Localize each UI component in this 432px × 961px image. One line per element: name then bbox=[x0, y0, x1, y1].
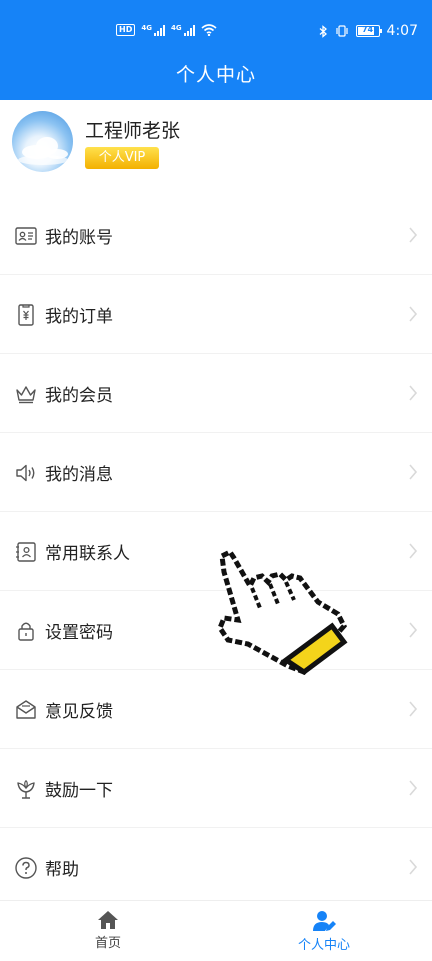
flower-icon bbox=[17, 780, 35, 799]
chevron-right-icon bbox=[409, 543, 418, 559]
battery-icon: 74 bbox=[355, 25, 382, 37]
menu-item-label: 鼓励一下 bbox=[45, 781, 113, 801]
help-icon bbox=[15, 857, 37, 879]
chevron-right-icon bbox=[409, 622, 418, 638]
chevron-right-icon bbox=[409, 306, 418, 322]
menu-item-membership[interactable]: 我的会员 bbox=[0, 354, 432, 433]
chevron-right-icon bbox=[409, 227, 418, 243]
menu-item-encourage[interactable]: 鼓励一下 bbox=[0, 749, 432, 828]
menu-item-label: 我的会员 bbox=[45, 386, 113, 406]
crown-icon bbox=[16, 386, 36, 404]
app-header: HD 4G 4G 74 4:07 个人中心 bbox=[0, 0, 432, 100]
id-card-icon bbox=[15, 227, 37, 245]
speaker-icon bbox=[16, 464, 35, 482]
profile-card[interactable] bbox=[0, 100, 432, 184]
cellular-signal-icon: 4G bbox=[141, 24, 165, 36]
home-icon bbox=[98, 911, 118, 929]
vip-badge: 个人VIP bbox=[85, 147, 159, 169]
contact-card-icon bbox=[16, 542, 36, 562]
menu-item-help[interactable]: 帮助 bbox=[0, 828, 432, 907]
battery-level: 74 bbox=[361, 25, 374, 34]
bottom-nav: 首页 个人中心 bbox=[0, 900, 432, 961]
tab-home[interactable]: 首页 bbox=[0, 901, 216, 961]
chevron-right-icon bbox=[409, 464, 418, 480]
menu-item-messages[interactable]: 我的消息 bbox=[0, 433, 432, 512]
menu-item-orders[interactable]: 我的订单 bbox=[0, 275, 432, 354]
chevron-right-icon bbox=[409, 701, 418, 717]
tab-label: 个人中心 bbox=[297, 938, 350, 953]
status-time: 4:07 bbox=[386, 23, 418, 39]
username: 工程师老张 bbox=[85, 120, 181, 142]
menu-item-label: 我的订单 bbox=[45, 307, 113, 327]
person-edit-icon bbox=[313, 911, 336, 931]
cellular-signal-icon: 4G bbox=[171, 24, 195, 36]
menu-item-label: 常用联系人 bbox=[45, 544, 130, 564]
bluetooth-icon bbox=[319, 24, 327, 38]
order-receipt-icon bbox=[18, 304, 34, 326]
chevron-right-icon bbox=[409, 780, 418, 796]
menu-item-label: 设置密码 bbox=[45, 623, 113, 643]
avatar[interactable] bbox=[12, 111, 73, 172]
menu-item-account[interactable]: 我的账号 bbox=[0, 196, 432, 275]
chevron-right-icon bbox=[409, 385, 418, 401]
status-bar: HD 4G 4G 74 4:07 bbox=[0, 22, 432, 44]
tab-profile[interactable]: 个人中心 bbox=[216, 901, 432, 961]
wifi-icon bbox=[201, 24, 217, 36]
page-title: 个人中心 bbox=[175, 64, 256, 86]
menu-item-label: 帮助 bbox=[45, 860, 79, 880]
envelope-icon bbox=[16, 700, 36, 719]
network-type-label: 4G bbox=[141, 24, 152, 32]
network-type-label: 4G bbox=[170, 24, 182, 32]
hand-pointer-icon bbox=[217, 548, 348, 676]
hd-voice-badge: HD bbox=[116, 24, 136, 36]
lock-icon bbox=[18, 622, 34, 641]
chevron-right-icon bbox=[409, 859, 418, 875]
tab-label: 首页 bbox=[94, 936, 121, 951]
menu-item-label: 意见反馈 bbox=[45, 702, 113, 722]
vibrate-icon bbox=[335, 25, 348, 37]
menu-item-label: 我的消息 bbox=[45, 465, 113, 485]
menu-item-label: 我的账号 bbox=[45, 228, 113, 248]
menu-item-feedback[interactable]: 意见反馈 bbox=[0, 670, 432, 749]
